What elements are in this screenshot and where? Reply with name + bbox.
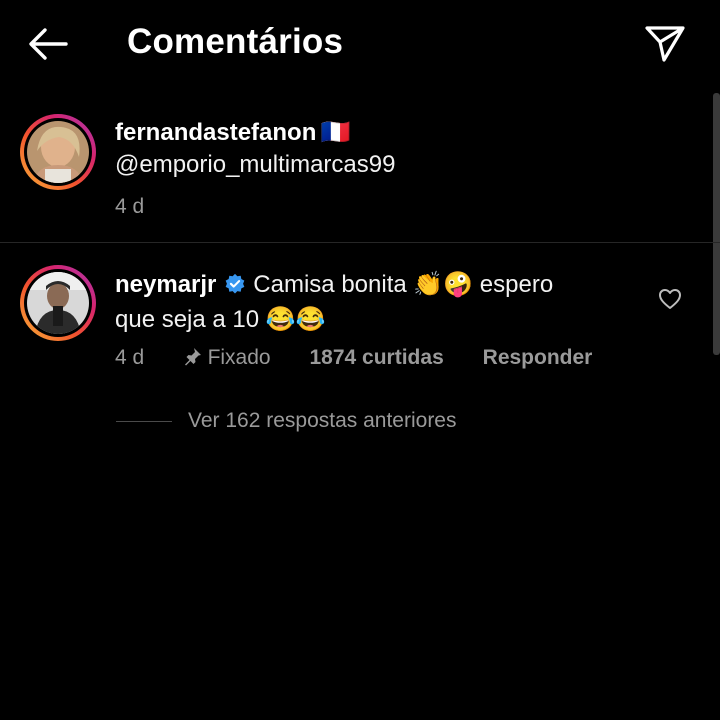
caption-text[interactable]: @emporio_multimarcas99 <box>115 151 395 179</box>
like-button[interactable] <box>658 288 682 310</box>
view-replies-button[interactable]: Ver 162 respostas anteriores <box>188 409 457 433</box>
reply-button[interactable]: Responder <box>483 346 593 369</box>
paper-plane-icon <box>645 26 685 62</box>
comment-time: 4 d <box>115 346 145 369</box>
avatar[interactable] <box>20 114 96 190</box>
caption-time: 4 d <box>115 195 145 218</box>
header-bar: Comentários <box>0 0 720 90</box>
arrow-left-icon <box>29 28 68 60</box>
post-caption: fernandastefanon 🇫🇷 @emporio_multimarcas… <box>0 100 720 242</box>
back-button[interactable] <box>26 24 70 64</box>
comment-text-line-2: que seja a 10 😂😂 <box>115 306 326 333</box>
comment-text: Camisa bonita 👏🤪 espero <box>253 271 554 298</box>
comment-line-1: neymarjr Camisa bonita 👏🤪 espero <box>115 270 553 299</box>
page-title: Comentários <box>127 22 344 61</box>
pin-icon <box>185 348 202 366</box>
flag-emoji: 🇫🇷 <box>320 119 351 146</box>
verified-badge-icon <box>225 273 245 294</box>
heart-outline-icon <box>659 289 681 309</box>
profile-photo <box>27 121 89 183</box>
pinned-label: Fixado <box>207 346 271 369</box>
comment-meta-row: 4 d Fixado 1874 curtidas Responder <box>115 346 592 370</box>
profile-photo <box>27 272 89 334</box>
comment-username[interactable]: neymarjr <box>115 271 216 298</box>
divider <box>0 242 720 243</box>
caption-username[interactable]: fernandastefanon <box>115 119 316 146</box>
caption-author-row: fernandastefanon 🇫🇷 <box>115 118 351 147</box>
share-button[interactable] <box>642 22 688 66</box>
likes-count[interactable]: 1874 curtidas <box>310 346 444 369</box>
replies-divider-line <box>116 421 172 422</box>
avatar[interactable] <box>20 265 96 341</box>
